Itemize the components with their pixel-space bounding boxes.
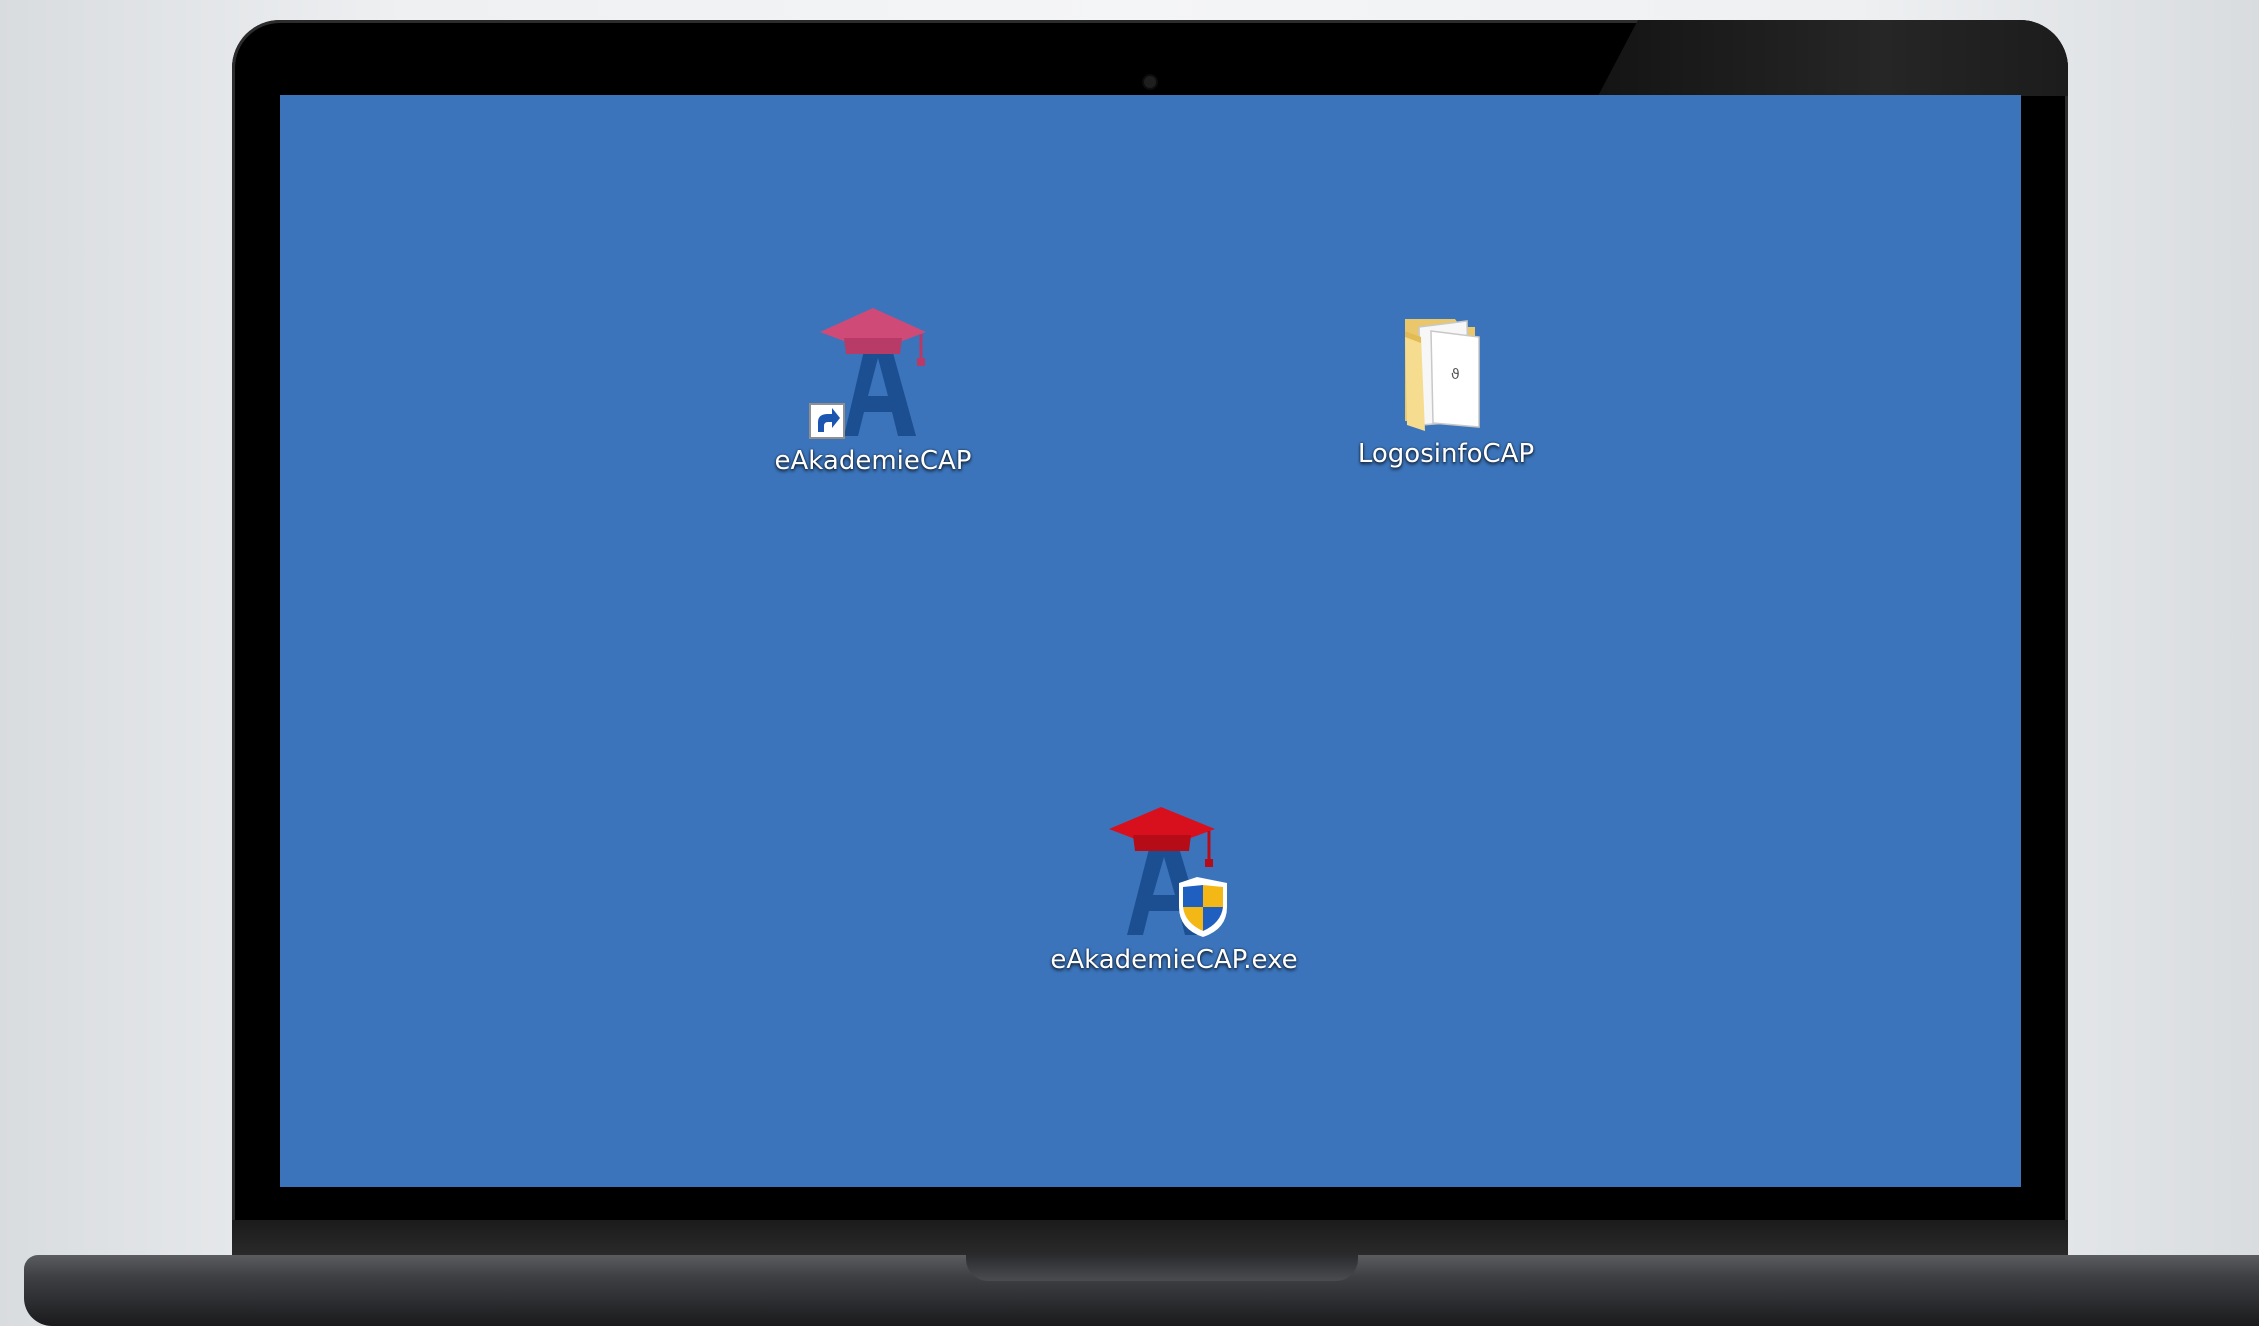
webcam	[1144, 76, 1156, 88]
lid-chin	[232, 1220, 2068, 1260]
desktop-icon-label: LogosinfoCAP	[1357, 439, 1535, 469]
desktop-icon-eakademiecap-shortcut[interactable]: eAkademieCAP	[753, 308, 993, 476]
desktop-icon-eakademiecap-exe[interactable]: eAkademieCAP.exe	[1034, 807, 1314, 975]
folder-icon: ϑ	[1391, 313, 1501, 433]
desktop-icon-logosinfocap-folder[interactable]: ϑ LogosinfoCAP	[1326, 313, 1566, 469]
desktop-screen: eAkademieCAP ϑ LogosinfoCAP eAkademieCAP…	[280, 95, 2021, 1187]
desktop-icon-label: eAkademieCAP.exe	[1050, 945, 1298, 975]
desktop-icon-label: eAkademieCAP	[774, 446, 972, 476]
laptop-base-notch	[966, 1255, 1358, 1281]
lid-glare	[1598, 20, 2068, 96]
laptop-base	[24, 1255, 2259, 1326]
eakademie-installer-icon	[1109, 807, 1239, 939]
eakademie-shortcut-icon	[808, 308, 938, 440]
svg-text:ϑ: ϑ	[1451, 367, 1460, 383]
